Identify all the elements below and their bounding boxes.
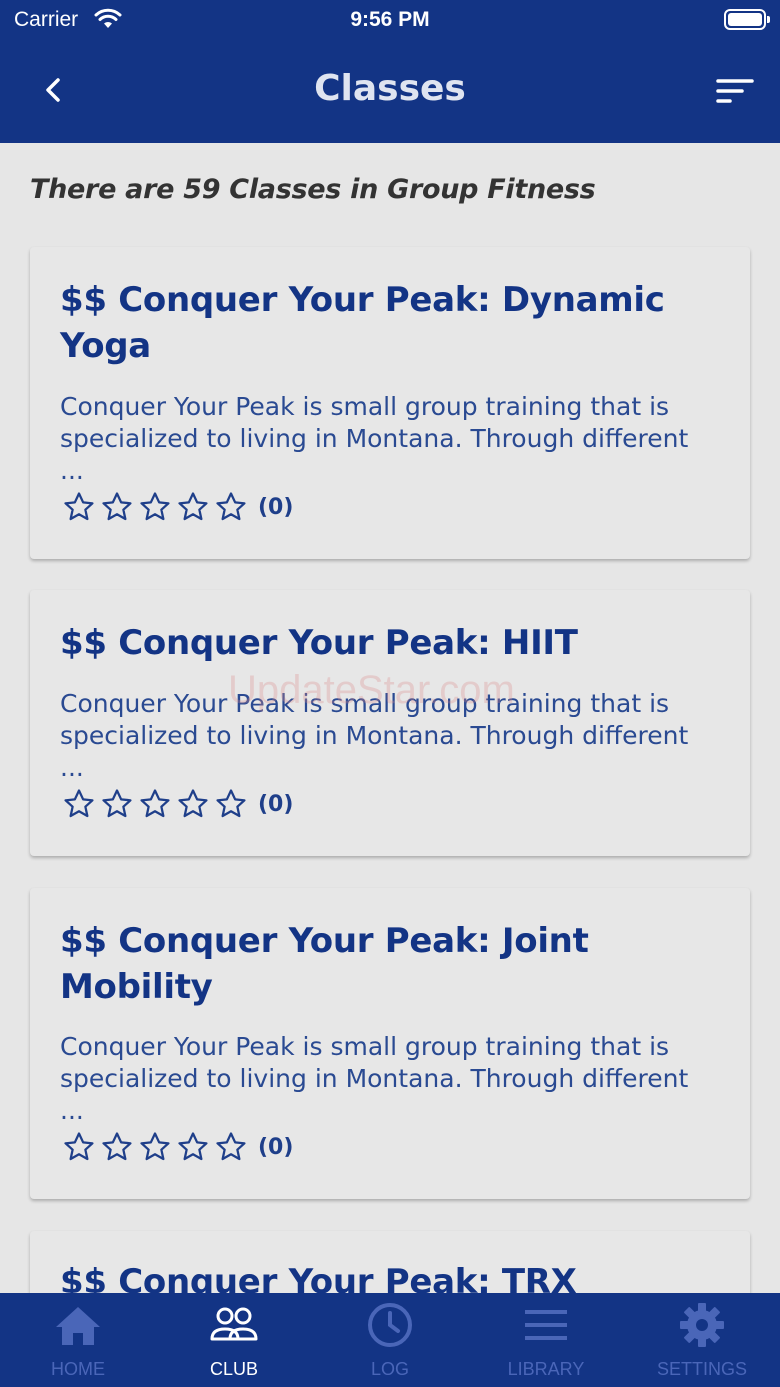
tab-label: CLUB [209,1359,258,1379]
class-description: Conquer Your Peak is small group trainin… [60,392,689,485]
tab-label: HOME [51,1359,105,1379]
rating-count: (0) [258,494,294,520]
star-outline-icon [216,492,246,521]
tab-club[interactable]: CLUB [156,1293,312,1387]
tab-log[interactable]: LOG [312,1293,468,1387]
class-description: Conquer Your Peak is small group trainin… [60,1032,689,1125]
battery-icon [724,9,770,30]
class-card[interactable]: $$ Conquer Your Peak: Dynamic Yoga Conqu… [30,247,750,559]
clock-icon [368,1303,412,1347]
rating-count: (0) [258,1134,294,1160]
class-title: $$ Conquer Your Peak: HIIT [60,623,578,663]
star-outline-icon [64,789,94,818]
star-outline-icon [102,789,132,818]
star-rating: (0) [62,1130,293,1164]
app-header: Carrier 9:56 PM Classes [0,0,780,143]
star-outline-icon [140,492,170,521]
star-outline-icon [216,1132,246,1161]
tab-label: LOG [370,1359,409,1379]
star-outline-icon [178,1132,208,1161]
bottom-tab-bar: HOME CLUB LOG LIBRARY SETTINGS [0,1293,780,1387]
tab-label: LIBRARY [507,1359,585,1379]
tab-settings[interactable]: SETTINGS [624,1293,780,1387]
star-rating: (0) [62,787,293,821]
star-outline-icon [178,492,208,521]
class-card[interactable]: $$ Conquer Your Peak: HIIT Conquer Your … [30,590,750,856]
gear-icon [680,1303,724,1347]
class-card[interactable]: $$ Conquer Your Peak: Joint Mobility Con… [30,888,750,1199]
sort-icon[interactable] [716,76,754,106]
star-outline-icon [216,789,246,818]
star-outline-icon [102,492,132,521]
star-outline-icon [102,1132,132,1161]
star-outline-icon [140,1132,170,1161]
star-outline-icon [64,1132,94,1161]
star-outline-icon [178,789,208,818]
list-icon [525,1310,567,1340]
tab-home[interactable]: HOME [0,1293,156,1387]
star-outline-icon [64,492,94,521]
tab-library[interactable]: LIBRARY [468,1293,624,1387]
class-title: $$ Conquer Your Peak: Dynamic Yoga [60,280,665,366]
page-title: Classes [314,68,466,109]
classes-count-heading: There are 59 Classes in Group Fitness [30,174,596,205]
tab-label: SETTINGS [656,1359,747,1379]
watermark: UpdateStar.com [228,668,515,712]
status-bar: Carrier 9:56 PM [0,0,780,40]
rating-count: (0) [258,791,294,817]
star-outline-icon [140,789,170,818]
class-title: $$ Conquer Your Peak: Joint Mobility [60,921,589,1007]
home-icon [56,1307,100,1345]
star-rating: (0) [62,490,293,524]
status-time: 9:56 PM [350,8,430,31]
people-icon [210,1307,258,1341]
